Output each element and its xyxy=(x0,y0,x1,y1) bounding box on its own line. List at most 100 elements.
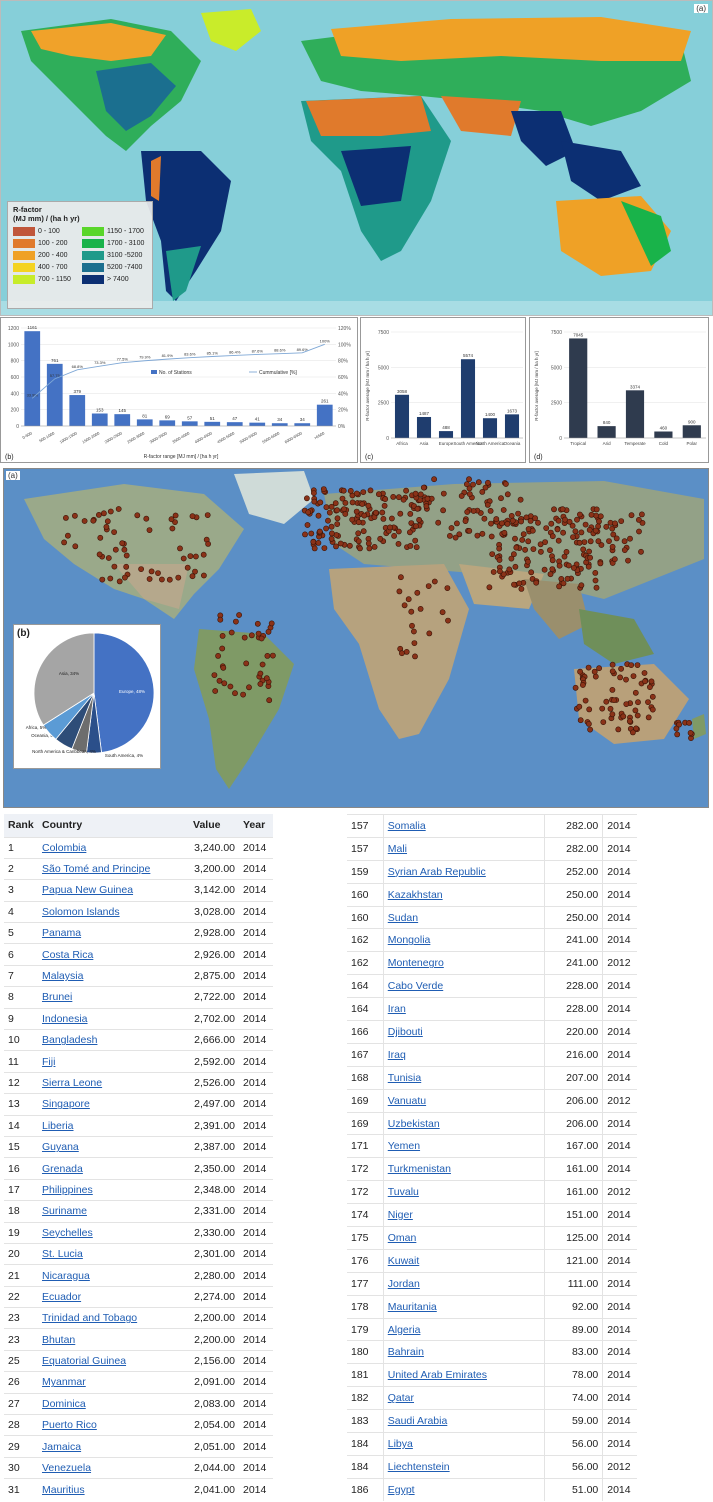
country-link[interactable]: Montenegro xyxy=(388,957,444,969)
table-row: 182 Qatar 74.00 2014 xyxy=(347,1386,637,1410)
station-dot xyxy=(395,541,402,547)
station-dot xyxy=(609,711,616,718)
country-link[interactable]: Tunisia xyxy=(388,1072,421,1084)
station-dot xyxy=(121,546,128,553)
country-link[interactable]: Solomon Islands xyxy=(42,906,120,918)
country-link[interactable]: Liberia xyxy=(42,1120,74,1132)
country-link[interactable]: United Arab Emirates xyxy=(388,1369,487,1381)
country-cell: Iran xyxy=(382,997,545,1021)
country-link[interactable]: Costa Rica xyxy=(42,949,93,961)
year-cell: 2014 xyxy=(239,1371,273,1394)
country-link[interactable]: Mauritius xyxy=(42,1484,85,1496)
x-tick-label: 4000-4500 xyxy=(194,430,214,444)
country-link[interactable]: Vanuatu xyxy=(388,1095,426,1107)
year-cell: 2014 xyxy=(239,900,273,923)
station-dot xyxy=(257,681,264,687)
country-link[interactable]: Panama xyxy=(42,927,81,939)
country-link[interactable]: Djibouti xyxy=(388,1026,423,1038)
year-cell: 2014 xyxy=(239,836,273,859)
station-dot xyxy=(380,516,387,522)
country-link[interactable]: Liechtenstein xyxy=(388,1461,450,1473)
country-link[interactable]: Equatorial Guinea xyxy=(42,1355,126,1367)
legend-grid: 0 - 100 1150 - 1700 100 - 200 1700 - 3100 20… xyxy=(13,227,147,284)
year-cell: 2014 xyxy=(239,1157,273,1180)
country-link[interactable]: Jordan xyxy=(388,1278,420,1290)
x-tick-label: Europe xyxy=(439,441,454,446)
station-dot xyxy=(355,530,362,537)
country-link[interactable]: Uzbekistan xyxy=(388,1118,440,1130)
country-link[interactable]: Papua New Guinea xyxy=(42,884,133,896)
bar xyxy=(136,419,153,426)
country-link[interactable]: Indonesia xyxy=(42,1013,88,1025)
country-link[interactable]: Bahrain xyxy=(388,1346,424,1358)
country-link[interactable]: Dominica xyxy=(42,1398,86,1410)
country-link[interactable]: Kuwait xyxy=(388,1255,420,1267)
country-link[interactable]: Suriname xyxy=(42,1205,87,1217)
country-link[interactable]: Philippines xyxy=(42,1184,93,1196)
country-link[interactable]: Tuvalu xyxy=(388,1186,419,1198)
country-link[interactable]: Bhutan xyxy=(42,1334,75,1346)
country-link[interactable]: Algeria xyxy=(388,1324,421,1336)
country-link[interactable]: Syrian Arab Republic xyxy=(388,866,486,878)
station-dot xyxy=(462,518,469,524)
table-row: 23 Trinidad and Tobago 2,200.00 2014 xyxy=(4,1307,273,1329)
station-dot xyxy=(504,491,511,498)
country-link[interactable]: St. Lucia xyxy=(42,1248,83,1260)
year-cell: 2014 xyxy=(602,859,637,884)
station-dot xyxy=(407,511,414,517)
station-dot xyxy=(408,608,415,615)
country-link[interactable]: Malaysia xyxy=(42,970,83,982)
pie-slice-label: Asia, 34% xyxy=(59,671,79,676)
country-link[interactable]: Fiji xyxy=(42,1056,55,1068)
country-link[interactable]: São Tomé and Principe xyxy=(42,863,150,875)
country-link[interactable]: Mongolia xyxy=(388,934,431,946)
country-link[interactable]: Ecuador xyxy=(42,1291,81,1303)
country-link[interactable]: Niger xyxy=(388,1209,413,1221)
year-cell: 2014 xyxy=(239,1221,273,1244)
cumulative-label: 86.4% xyxy=(229,349,241,354)
rank-cell: 18 xyxy=(4,1200,38,1223)
country-link[interactable]: Kazakhstan xyxy=(388,889,443,901)
station-dot xyxy=(412,490,419,497)
country-link[interactable]: Turkmenistan xyxy=(388,1163,451,1175)
country-link[interactable]: Saudi Arabia xyxy=(388,1415,448,1427)
country-link[interactable]: Brunei xyxy=(42,991,72,1003)
country-link[interactable]: Singapore xyxy=(42,1098,90,1110)
station-dot xyxy=(609,543,616,550)
station-dot xyxy=(310,539,317,545)
country-link[interactable]: Iraq xyxy=(388,1049,406,1061)
country-link[interactable]: Trinidad and Tobago xyxy=(42,1312,137,1324)
country-link[interactable]: Puerto Rico xyxy=(42,1419,97,1431)
country-link[interactable]: Colombia xyxy=(42,842,86,854)
country-link[interactable]: Iran xyxy=(388,1003,406,1015)
station-dot xyxy=(632,707,639,714)
country-link[interactable]: Libya xyxy=(388,1438,413,1450)
country-link[interactable]: Cabo Verde xyxy=(388,980,443,992)
country-link[interactable]: Yemen xyxy=(388,1140,420,1152)
country-link[interactable]: Guyana xyxy=(42,1141,79,1153)
y2-tick-label: 80% xyxy=(338,359,349,365)
rank-cell: 22 xyxy=(4,1285,38,1308)
year-cell: 2014 xyxy=(239,1050,273,1073)
country-link[interactable]: Egypt xyxy=(388,1484,415,1496)
country-link[interactable]: Myanmar xyxy=(42,1376,86,1388)
country-link[interactable]: Sudan xyxy=(388,912,418,924)
country-link[interactable]: Qatar xyxy=(388,1392,414,1404)
country-link[interactable]: Mali xyxy=(388,843,407,855)
station-dot xyxy=(636,528,642,535)
country-link[interactable]: Jamaica xyxy=(42,1441,81,1453)
station-dot xyxy=(353,490,360,497)
country-link[interactable]: Venezuela xyxy=(42,1462,91,1474)
legend-item: 200 - 400 xyxy=(13,251,78,260)
country-link[interactable]: Sierra Leone xyxy=(42,1077,102,1089)
country-link[interactable]: Bangladesh xyxy=(42,1034,97,1046)
country-link[interactable]: Mauritania xyxy=(388,1301,437,1313)
station-dot xyxy=(65,532,71,539)
x-tick-label: Cold xyxy=(659,441,669,446)
country-link[interactable]: Seychelles xyxy=(42,1227,93,1239)
country-link[interactable]: Grenada xyxy=(42,1163,83,1175)
country-link[interactable]: Nicaragua xyxy=(42,1270,90,1282)
country-link[interactable]: Oman xyxy=(388,1232,417,1244)
station-dot xyxy=(219,632,226,639)
country-link[interactable]: Somalia xyxy=(388,820,426,832)
